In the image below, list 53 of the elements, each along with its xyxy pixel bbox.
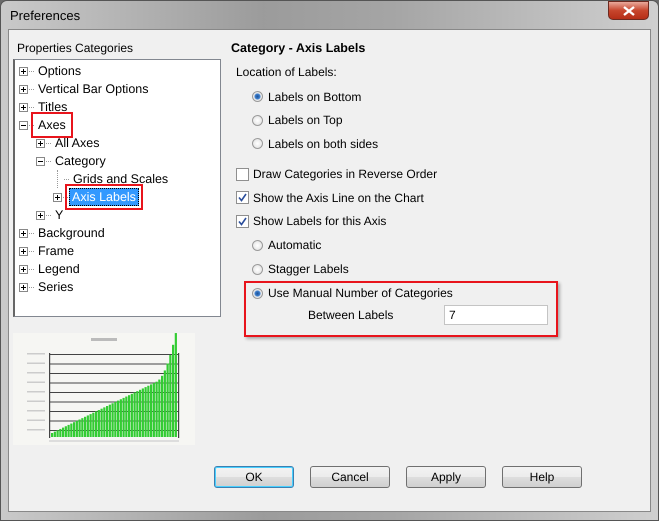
radio-selected[interactable]: [252, 91, 263, 102]
checkbox-unchecked[interactable]: [236, 168, 249, 181]
close-button[interactable]: [608, 1, 649, 20]
dialog-button[interactable]: OK: [214, 466, 294, 488]
tree-item[interactable]: Series: [35, 278, 76, 296]
radio-option[interactable]: Labels on Top: [252, 108, 650, 132]
window-title: Preferences: [9, 8, 80, 22]
radio-unselected[interactable]: [252, 114, 263, 126]
radio-option[interactable]: Stagger Labels: [252, 257, 650, 281]
radio-option[interactable]: Automatic: [252, 233, 650, 257]
tree-item[interactable]: Legend: [35, 260, 83, 278]
expand-icon[interactable]: [53, 192, 62, 202]
tree-item[interactable]: Category: [52, 152, 109, 170]
checkbox-checked[interactable]: [236, 214, 249, 228]
radio-unselected[interactable]: [252, 264, 263, 274]
tree-item[interactable]: Grids and Scales: [70, 170, 172, 188]
tree-item[interactable]: Titles: [35, 98, 70, 116]
field-label: Between Labels: [308, 308, 394, 322]
expand-icon[interactable]: [19, 66, 28, 76]
tree-item[interactable]: All Axes: [52, 134, 102, 152]
dialog-button[interactable]: Apply: [406, 466, 486, 488]
section-label: Properties Categories: [16, 41, 134, 57]
dialog-button[interactable]: Cancel: [310, 466, 390, 488]
expand-icon[interactable]: [19, 84, 28, 94]
radio-unselected[interactable]: [252, 240, 263, 250]
between-labels-field[interactable]: 7: [444, 305, 548, 325]
radio-selected[interactable]: [252, 288, 263, 298]
panel-heading: Category - Axis Labels: [231, 41, 366, 57]
radio-option[interactable]: Use Manual Number of Categories: [252, 283, 556, 303]
checkbox-checked[interactable]: [236, 191, 249, 204]
collapse-icon[interactable]: [36, 156, 45, 166]
expand-icon[interactable]: [19, 264, 28, 274]
tree-item[interactable]: Background: [35, 224, 108, 242]
expand-icon[interactable]: [36, 138, 45, 148]
tree-item[interactable]: Frame: [35, 242, 78, 260]
tree-item[interactable]: Options: [35, 62, 84, 80]
expand-icon[interactable]: [36, 210, 45, 220]
expand-icon[interactable]: [19, 246, 28, 256]
tree-item[interactable]: Y: [52, 206, 66, 224]
expand-icon[interactable]: [19, 228, 28, 238]
section-label: Location of Labels:: [235, 65, 338, 81]
tree-item[interactable]: Vertical Bar Options: [35, 80, 152, 98]
radio-option[interactable]: Labels on both sides: [252, 132, 650, 156]
collapse-icon[interactable]: [19, 120, 28, 130]
close-icon: [622, 6, 634, 16]
checkbox-option[interactable]: Show the Axis Line on the Chart: [236, 186, 650, 210]
expand-icon[interactable]: [19, 102, 28, 112]
expand-icon[interactable]: [19, 282, 28, 292]
checkbox-option[interactable]: Draw Categories in Reverse Order: [236, 162, 650, 186]
radio-option[interactable]: Labels on Bottom: [252, 85, 650, 108]
checkbox-option[interactable]: Show Labels for this Axis: [236, 210, 650, 233]
radio-unselected[interactable]: [252, 138, 263, 150]
dialog-button[interactable]: Help: [502, 466, 582, 488]
